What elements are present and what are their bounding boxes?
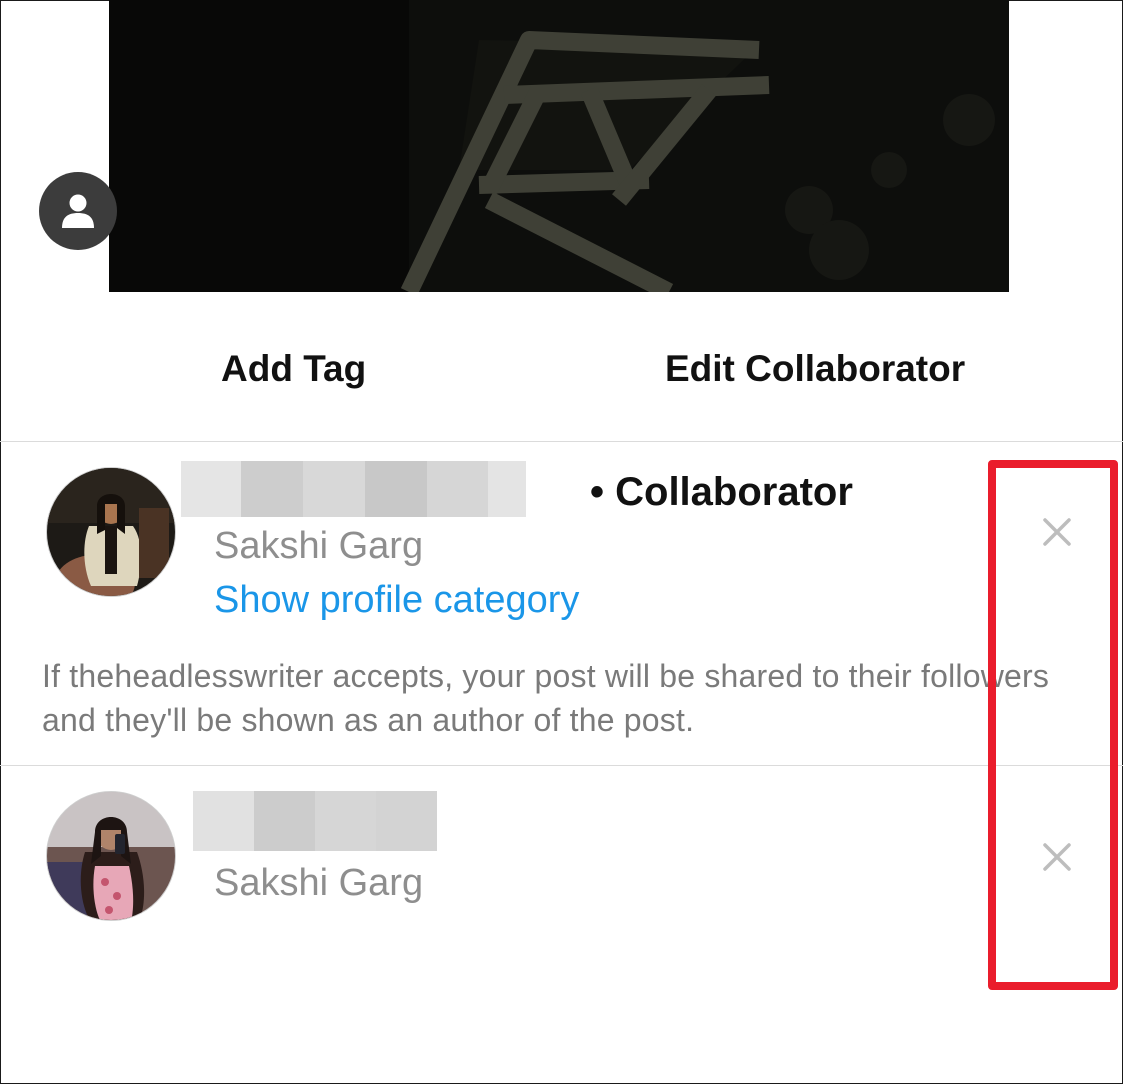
redacted-username <box>181 461 526 517</box>
avatar-photo <box>47 792 175 920</box>
collaborator-avatar[interactable] <box>46 467 176 597</box>
person-icon <box>62 194 94 228</box>
photo-actions: Add Tag Edit Collaborator <box>0 292 1123 442</box>
tagged-user-avatar[interactable] <box>46 791 176 921</box>
avatar-photo <box>47 468 175 596</box>
tag-people-button[interactable] <box>39 172 117 250</box>
post-photo[interactable] <box>109 0 1009 292</box>
remove-buttons-highlight <box>988 460 1118 990</box>
collaborator-display-name: Sakshi Garg <box>214 525 424 567</box>
add-tag-button[interactable]: Add Tag <box>221 348 366 390</box>
edit-collaborator-button[interactable]: Edit Collaborator <box>665 348 965 390</box>
divider <box>0 765 1123 766</box>
show-profile-category-link[interactable]: Show profile category <box>214 579 579 622</box>
tagged-user-display-name: Sakshi Garg <box>214 862 424 904</box>
divider <box>0 441 1123 442</box>
collaborator-role-label: • Collaborator <box>590 470 853 514</box>
photo-content <box>109 0 1009 292</box>
collaborator-notice: If theheadlesswriter accepts, your post … <box>42 658 1050 738</box>
redacted-username <box>193 791 437 851</box>
